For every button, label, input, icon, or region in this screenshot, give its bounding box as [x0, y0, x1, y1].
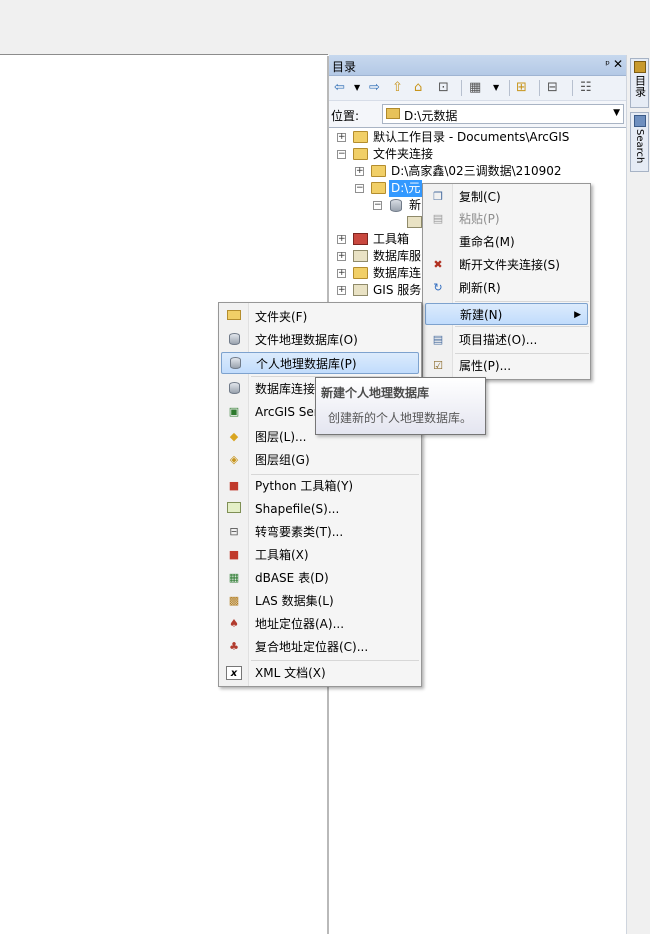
arcgis-server-icon: ▣: [228, 405, 240, 418]
view-mode-icon[interactable]: ▦: [469, 79, 481, 97]
folder-icon: [226, 310, 242, 324]
menu-item-copy[interactable]: ❐ 复制(C): [425, 186, 588, 208]
expand-icon[interactable]: +: [337, 286, 346, 295]
catalog-top-area: [328, 0, 650, 55]
toolbox-icon: [353, 233, 368, 245]
file-geodatabase-icon: [226, 333, 242, 347]
menu-item-new-turn-feature-class[interactable]: ⊟ 转弯要素类(T)...: [221, 521, 419, 543]
database-icon: [390, 199, 402, 212]
feature-class-icon: [407, 216, 422, 228]
tooltip-description: 创建新的个人地理数据库。: [328, 411, 473, 425]
folder-icon: [386, 108, 400, 119]
properties-icon: ☑: [433, 359, 443, 372]
xml-document-icon: x: [226, 666, 242, 680]
location-combobox[interactable]: D:\元数据 ▼: [382, 104, 624, 124]
group-layer-icon: ◈: [229, 453, 239, 466]
collapse-icon[interactable]: −: [373, 201, 382, 210]
tab-catalog[interactable]: 目录: [630, 58, 649, 108]
location-value: D:\元数据: [404, 109, 458, 123]
home-folder-icon: [353, 131, 368, 143]
paste-icon: ▤: [432, 212, 444, 225]
menu-item-new-composite-locator[interactable]: ♣ 复合地址定位器(C)...: [221, 636, 419, 658]
expand-icon[interactable]: +: [337, 252, 346, 261]
search-icon: [633, 115, 646, 127]
dbase-table-icon: ▦: [228, 571, 240, 584]
collapse-icon[interactable]: −: [337, 150, 346, 159]
database-server-icon: [353, 250, 368, 262]
context-menu: ❐ 复制(C) ▤ 粘贴(P) 重命名(M) ✖ 断开文件夹连接(S) ↻ 刷新…: [422, 183, 591, 380]
back-icon[interactable]: ⇦: [334, 79, 345, 97]
side-tab-strip: 目录 Search: [626, 55, 650, 934]
address-locator-icon: ♠: [229, 617, 239, 630]
menu-item-new-group-layer[interactable]: ◈ 图层组(G): [221, 449, 419, 471]
turn-feature-class-icon: ⊟: [229, 525, 239, 538]
tooltip: 新建个人地理数据库 创建新的个人地理数据库。: [315, 377, 486, 435]
toolbox-icon: ■: [228, 548, 240, 561]
connect-folder-icon[interactable]: ⊡: [438, 79, 449, 97]
composite-locator-icon: ♣: [229, 640, 239, 653]
location-bar: 位置: D:\元数据 ▼: [329, 101, 626, 127]
catalog-icon: [633, 61, 646, 73]
pin-icon[interactable]: ᵖ: [605, 58, 610, 71]
tab-search[interactable]: Search: [630, 112, 649, 172]
submenu-arrow-icon: ▶: [574, 310, 581, 320]
menu-item-refresh[interactable]: ↻ 刷新(R): [425, 277, 588, 299]
menu-item-properties[interactable]: ☑ 属性(P)...: [425, 355, 588, 377]
menu-item-new-toolbox[interactable]: ■ 工具箱(X): [221, 544, 419, 566]
layer-icon: ◆: [229, 430, 239, 443]
menu-item-new[interactable]: 新建(N) ▶: [425, 303, 588, 325]
personal-geodatabase-icon: [227, 357, 243, 371]
database-connection-icon: [226, 382, 242, 396]
chevron-down-icon[interactable]: ▼: [613, 108, 620, 118]
disconnect-folder-icon: ✖: [433, 258, 443, 271]
expand-icon[interactable]: +: [337, 269, 346, 278]
menu-item-item-description[interactable]: ▤ 项目描述(O)...: [425, 329, 588, 351]
menu-item-disconnect-folder[interactable]: ✖ 断开文件夹连接(S): [425, 254, 588, 276]
forward-icon[interactable]: ⇨: [369, 79, 380, 97]
menu-item-new-address-locator[interactable]: ♠ 地址定位器(A)...: [221, 613, 419, 635]
gis-server-icon: [353, 284, 368, 296]
menu-item-new-shapefile[interactable]: Shapefile(S)...: [221, 498, 419, 520]
las-dataset-icon: ▩: [228, 594, 240, 607]
new-folder-icon[interactable]: ⊞: [516, 79, 527, 97]
menu-item-new-python-toolbox[interactable]: ■ Python 工具箱(Y): [221, 475, 419, 497]
new-submenu: 文件夹(F) 文件地理数据库(O) 个人地理数据库(P) 数据库连接 ▣ Arc…: [218, 302, 422, 687]
menu-item-new-xml-document[interactable]: x XML 文档(X): [221, 662, 419, 684]
database-connections-icon: [353, 267, 368, 279]
folder-icon: [371, 182, 386, 194]
menu-item-rename[interactable]: 重命名(M): [425, 231, 588, 253]
expand-icon[interactable]: +: [337, 235, 346, 244]
menu-item-new-personal-geodatabase[interactable]: 个人地理数据库(P): [221, 352, 419, 374]
home-icon[interactable]: ⌂: [414, 79, 422, 97]
tooltip-title: 新建个人地理数据库: [321, 386, 430, 400]
collapse-icon[interactable]: −: [355, 184, 364, 193]
expand-icon[interactable]: +: [355, 167, 364, 176]
catalog-toolbar: ⇦ ▼ ⇨ ⇧ ⌂ ⊡ ▦ ▼ ⊞ ⊟ ☷: [329, 76, 626, 101]
menu-item-new-dbase-table[interactable]: ▦ dBASE 表(D): [221, 567, 419, 589]
options-icon[interactable]: ☷: [580, 79, 592, 97]
item-description-icon: ▤: [432, 333, 444, 346]
python-toolbox-icon: ■: [228, 479, 240, 492]
menu-item-paste[interactable]: ▤ 粘贴(P): [425, 208, 588, 230]
menu-item-new-las-dataset[interactable]: ▩ LAS 数据集(L): [221, 590, 419, 612]
catalog-titlebar[interactable]: 目录 ᵖ ✕: [329, 55, 626, 76]
close-icon[interactable]: ✕: [613, 57, 623, 71]
menu-item-new-folder[interactable]: 文件夹(F): [221, 306, 419, 328]
refresh-icon: ↻: [433, 281, 443, 294]
toggle-tree-icon[interactable]: ⊟: [547, 79, 558, 97]
up-folder-icon[interactable]: ⇧: [392, 79, 403, 97]
menu-item-new-file-geodatabase[interactable]: 文件地理数据库(O): [221, 329, 419, 351]
shapefile-icon: [226, 502, 242, 516]
expand-icon[interactable]: +: [337, 133, 346, 142]
location-label: 位置:: [331, 109, 360, 123]
catalog-title: 目录: [332, 60, 357, 74]
copy-icon: ❐: [433, 190, 443, 203]
folder-icon: [371, 165, 386, 177]
back-dropdown-icon[interactable]: ▼: [354, 79, 360, 97]
folder-connections-icon: [353, 148, 368, 160]
map-toolbar-area: [0, 0, 328, 55]
view-dropdown-icon[interactable]: ▼: [493, 79, 499, 97]
